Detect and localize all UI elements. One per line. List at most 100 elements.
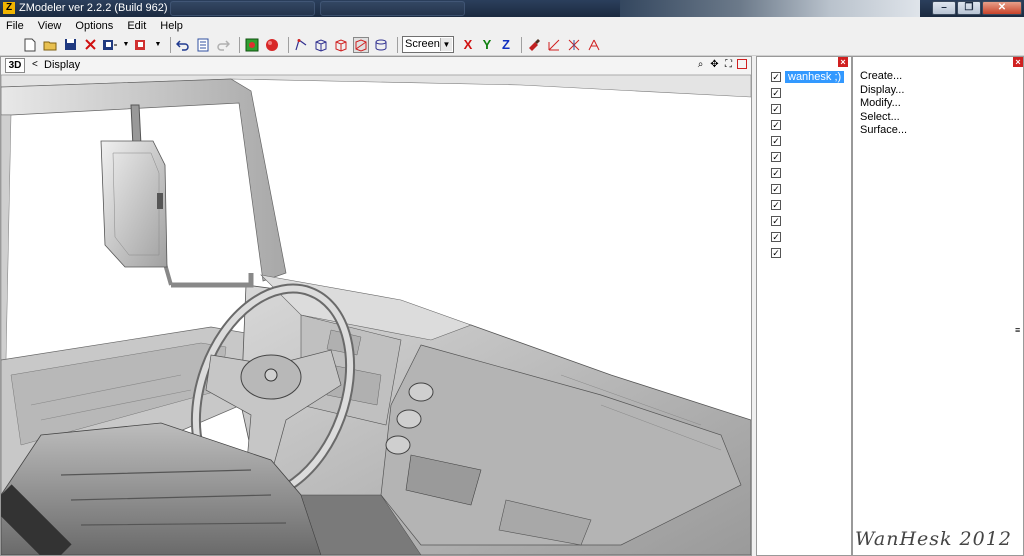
sphere-icon[interactable] bbox=[264, 37, 280, 53]
desktop-background bbox=[620, 0, 920, 17]
minimize-button[interactable]: – bbox=[932, 1, 956, 15]
save-icon[interactable] bbox=[62, 37, 78, 53]
toolbar-separator bbox=[521, 36, 522, 53]
visibility-checkbox[interactable]: ✓ bbox=[771, 152, 781, 162]
export-icon[interactable] bbox=[134, 37, 150, 53]
chevron-down-icon: ▼ bbox=[440, 38, 452, 51]
axis-x-toggle[interactable]: X bbox=[460, 37, 476, 52]
chevron-down-icon[interactable]: ▼ bbox=[154, 37, 162, 53]
menu-view[interactable]: View bbox=[38, 20, 62, 32]
axis-y-icon[interactable] bbox=[566, 37, 582, 53]
toolbar-separator bbox=[170, 36, 171, 53]
new-icon[interactable] bbox=[22, 37, 38, 53]
close-button[interactable]: ✕ bbox=[982, 1, 1022, 15]
object-item[interactable]: ✓ bbox=[771, 85, 847, 101]
object-item[interactable]: ✓ bbox=[771, 117, 847, 133]
visibility-checkbox[interactable]: ✓ bbox=[771, 216, 781, 226]
coordinate-mode-select[interactable]: Screen ▼ bbox=[402, 36, 454, 53]
viewport-controls: ⌕ ✥ ⛶ bbox=[695, 59, 747, 70]
paint-icon[interactable] bbox=[526, 37, 542, 53]
maximize-viewport-icon[interactable] bbox=[737, 59, 747, 69]
coordinate-mode-value: Screen bbox=[405, 38, 440, 50]
visibility-checkbox[interactable]: ✓ bbox=[771, 248, 781, 258]
fit-icon[interactable]: ⛶ bbox=[723, 59, 734, 70]
wireframe-icon[interactable] bbox=[353, 36, 369, 53]
object-item[interactable]: ✓ bbox=[771, 149, 847, 165]
commands-panel: × Create... Display... Modify... Select.… bbox=[852, 56, 1024, 556]
command-display[interactable]: Display... bbox=[860, 84, 907, 98]
splitter-grip-icon[interactable]: ≡ bbox=[1015, 326, 1021, 335]
object-item[interactable]: ✓ bbox=[771, 213, 847, 229]
toolbar-separator bbox=[239, 36, 240, 53]
viewport-3d[interactable]: 3D < Display ⌕ ✥ ⛶ bbox=[0, 56, 752, 556]
visibility-checkbox[interactable]: ✓ bbox=[771, 168, 781, 178]
object-item[interactable]: ✓ bbox=[771, 245, 847, 261]
box-icon[interactable] bbox=[333, 37, 349, 53]
objects-panel: × ✓ wanhesk ;) ✓ ✓ ✓ ✓ ✓ ✓ ✓ ✓ ✓ ✓ ✓ bbox=[756, 56, 852, 556]
command-list: Create... Display... Modify... Select...… bbox=[860, 70, 907, 138]
axis-x-icon[interactable] bbox=[546, 37, 562, 53]
cube-icon[interactable] bbox=[313, 37, 329, 53]
chevron-down-icon[interactable]: ▼ bbox=[122, 37, 130, 53]
undo-icon[interactable] bbox=[175, 37, 191, 53]
visibility-checkbox[interactable]: ✓ bbox=[771, 72, 781, 82]
viewport-type-badge[interactable]: 3D bbox=[5, 58, 25, 73]
maximize-button[interactable]: ❐ bbox=[957, 1, 981, 15]
viewport-header: 3D < Display ⌕ ✥ ⛶ bbox=[1, 57, 751, 75]
app-icon: Z bbox=[3, 2, 15, 14]
title-bar: Z ZModeler ver 2.2.2 (Build 962) – ❐ ✕ bbox=[0, 0, 1024, 17]
object-item[interactable]: ✓ bbox=[771, 165, 847, 181]
object-name: wanhesk ;) bbox=[785, 71, 845, 83]
toolbar-separator bbox=[397, 36, 398, 53]
rotate-icon[interactable]: ✥ bbox=[709, 59, 720, 70]
watermark-signature: WanHesk 2012 bbox=[855, 528, 1012, 550]
visibility-checkbox[interactable]: ✓ bbox=[771, 88, 781, 98]
visibility-checkbox[interactable]: ✓ bbox=[771, 184, 781, 194]
truck-cabin-render[interactable] bbox=[1, 75, 751, 555]
command-surface[interactable]: Surface... bbox=[860, 124, 907, 138]
toolbar-separator bbox=[288, 36, 289, 53]
object-tree: ✓ wanhesk ;) ✓ ✓ ✓ ✓ ✓ ✓ ✓ ✓ ✓ ✓ ✓ bbox=[771, 69, 847, 261]
close-panel-icon[interactable]: × bbox=[838, 57, 848, 67]
object-item[interactable]: ✓ bbox=[771, 101, 847, 117]
axis-z-toggle[interactable]: Z bbox=[498, 37, 514, 52]
object-item[interactable]: ✓ bbox=[771, 133, 847, 149]
import-icon[interactable] bbox=[102, 37, 118, 53]
object-item[interactable]: ✓ bbox=[771, 181, 847, 197]
visibility-checkbox[interactable]: ✓ bbox=[771, 136, 781, 146]
object-item[interactable]: ✓ bbox=[771, 229, 847, 245]
menu-options[interactable]: Options bbox=[75, 20, 113, 32]
delete-icon[interactable] bbox=[82, 37, 98, 53]
visibility-checkbox[interactable]: ✓ bbox=[771, 104, 781, 114]
cylinder-icon[interactable] bbox=[373, 37, 389, 53]
visibility-checkbox[interactable]: ✓ bbox=[771, 232, 781, 242]
axis-y-toggle[interactable]: Y bbox=[479, 37, 495, 52]
visibility-checkbox[interactable]: ✓ bbox=[771, 200, 781, 210]
window-title: ZModeler ver 2.2.2 (Build 962) bbox=[19, 2, 168, 14]
vertex-icon[interactable] bbox=[293, 37, 309, 53]
redo-icon[interactable] bbox=[215, 37, 231, 53]
object-item[interactable]: ✓ bbox=[771, 197, 847, 213]
background-taskbar-tab bbox=[170, 1, 315, 16]
window-controls: – ❐ ✕ bbox=[932, 1, 1022, 15]
command-create[interactable]: Create... bbox=[860, 70, 907, 84]
visibility-checkbox[interactable]: ✓ bbox=[771, 120, 781, 130]
viewport-collapse-arrow[interactable]: < bbox=[32, 59, 38, 70]
command-modify[interactable]: Modify... bbox=[860, 97, 907, 111]
main-toolbar: ▼ ▼ Screen ▼ X Y Z bbox=[0, 34, 1024, 56]
zmodeler-window: Z ZModeler ver 2.2.2 (Build 962) – ❐ ✕ F… bbox=[0, 0, 1024, 556]
open-icon[interactable] bbox=[42, 37, 58, 53]
object-item[interactable]: ✓ wanhesk ;) bbox=[771, 69, 847, 85]
background-taskbar-tab bbox=[320, 1, 465, 16]
axis-z-icon[interactable] bbox=[586, 37, 602, 53]
zoom-icon[interactable]: ⌕ bbox=[695, 59, 706, 70]
close-panel-icon[interactable]: × bbox=[1013, 57, 1023, 67]
menu-bar: File View Options Edit Help bbox=[0, 17, 1024, 34]
render-icon[interactable] bbox=[244, 37, 260, 53]
menu-file[interactable]: File bbox=[6, 20, 24, 32]
viewport-display-label[interactable]: Display bbox=[44, 59, 80, 71]
menu-edit[interactable]: Edit bbox=[127, 20, 146, 32]
menu-help[interactable]: Help bbox=[160, 20, 183, 32]
command-select[interactable]: Select... bbox=[860, 111, 907, 125]
properties-icon[interactable] bbox=[195, 37, 211, 53]
